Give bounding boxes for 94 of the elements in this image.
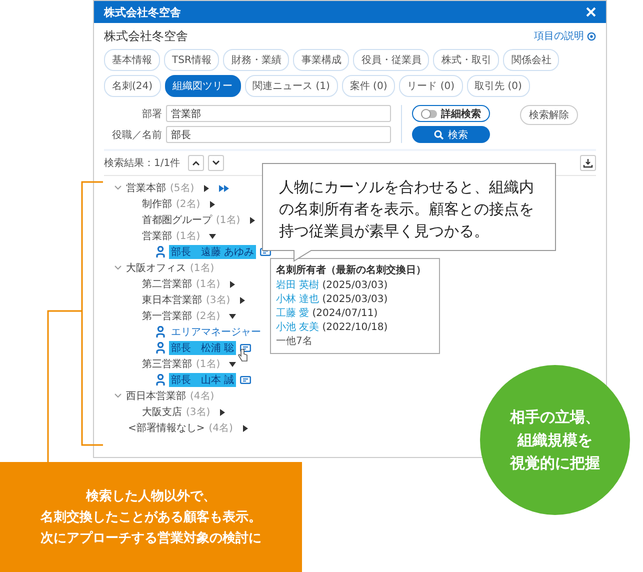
expand-triangle-icon[interactable] [229, 360, 236, 368]
member-count: (1名) [176, 230, 200, 243]
previous-button[interactable] [188, 155, 204, 171]
chevron-icon[interactable] [114, 264, 122, 272]
member-count: (3名) [186, 406, 210, 419]
tab[interactable]: 基本情報 [104, 49, 160, 71]
expand-triangle-icon[interactable] [209, 200, 216, 208]
member-count: (1名) [196, 358, 220, 371]
note-text: 次にアプローチする営業対象の検討に [40, 530, 262, 547]
expand-triangle-icon[interactable] [203, 184, 210, 192]
help-icon[interactable] [587, 32, 596, 40]
member-count: (1名) [196, 278, 220, 291]
search-button[interactable]: 検索 [412, 126, 490, 143]
group-name[interactable]: 西日本営業部 [126, 389, 186, 403]
expand-triangle-icon[interactable] [249, 216, 256, 224]
chevron-icon[interactable] [114, 392, 122, 400]
group-name[interactable]: 大阪オフィス [126, 261, 186, 275]
member-count: (1名) [190, 262, 214, 275]
tooltip-title: 名刺所有者（最新の名刺交換日） [276, 263, 427, 277]
exchange-date: (2025/03/03) [322, 293, 388, 307]
expand-triangle-icon[interactable] [229, 280, 236, 288]
member-count: (4名) [190, 390, 214, 403]
department-name[interactable]: 制作部 [142, 197, 172, 211]
expand-triangle-icon[interactable] [239, 296, 246, 304]
help-link[interactable]: 項目の説明 [534, 29, 584, 43]
exchange-date: (2025/03/03) [322, 279, 388, 293]
tab[interactable]: 組織図ツリー [164, 75, 241, 97]
member-count: (2名) [176, 198, 200, 211]
exchange-date: (2024/07/11) [312, 307, 378, 321]
tab[interactable]: TSR情報 [164, 49, 220, 71]
more-owners-text: 一他7名 [276, 335, 314, 349]
bubble-text: 人物にカーソルを合わせると、組織内の名刺所有者を表示。顧客との接点を持つ従業員が素早く見つかる。 [279, 177, 535, 242]
person-icon [156, 374, 165, 386]
business-card-icon[interactable] [240, 376, 252, 384]
member-count: (3名) [206, 294, 230, 307]
member-count: (1名) [216, 214, 240, 227]
person-icon [156, 246, 165, 258]
person-name[interactable]: 部長 山本 誠 [169, 373, 236, 387]
tab[interactable]: 株式・取引 [433, 49, 500, 71]
download-button[interactable] [580, 155, 596, 171]
chevron-down-icon [212, 160, 220, 166]
tab[interactable]: リード (0) [399, 75, 463, 97]
circle-text: 組織規模を [518, 430, 592, 450]
expand-triangle-icon[interactable] [209, 232, 216, 240]
person-icon [156, 342, 165, 354]
tab[interactable]: 関係会社 [503, 49, 560, 71]
group-name[interactable]: 営業本部 [126, 181, 166, 195]
expand-triangle-icon[interactable] [229, 312, 236, 320]
member-count: (4名) [208, 422, 233, 435]
department-name[interactable]: 第二営業部 [142, 277, 192, 291]
expand-triangle-icon[interactable] [219, 408, 226, 416]
field-label: 役職／名前 [111, 128, 162, 142]
member-count: (5名) [170, 182, 194, 195]
download-icon [583, 158, 593, 168]
note-text: 検索した人物以外で、 [86, 488, 216, 505]
input-field[interactable]: 部長 [166, 126, 391, 143]
department-name[interactable]: 第三営業部 [142, 357, 192, 371]
window-title: 株式会社冬空舎 [104, 4, 181, 20]
input-field[interactable]: 営業部 [166, 105, 391, 122]
field-label: 部署 [141, 108, 162, 120]
chevron-icon[interactable] [114, 184, 122, 192]
tab[interactable]: 事業構成 [293, 49, 350, 71]
company-name: 株式会社冬空舎 [104, 28, 189, 44]
search-icon [434, 130, 444, 140]
department-name[interactable]: <部署情報なし> [128, 421, 205, 435]
tab[interactable]: 名刺(24) [104, 75, 161, 97]
next-button[interactable] [208, 155, 224, 171]
business-card-icon[interactable] [240, 344, 252, 352]
department-name[interactable]: 大阪支店 [142, 405, 182, 419]
tab[interactable]: 財務・業績 [223, 49, 290, 71]
tab[interactable]: 役員・従業員 [353, 49, 430, 71]
result-count: 検索結果：1/1件 [104, 156, 180, 170]
expand-triangle-icon[interactable] [242, 424, 249, 432]
department-name[interactable]: 首都圏グループ [142, 213, 212, 227]
person-name[interactable]: 部長 松浦 聡 [169, 341, 236, 355]
double-arrow-icon[interactable] [219, 184, 230, 192]
department-name[interactable]: 営業部 [142, 229, 172, 243]
member-count: (2名) [196, 310, 220, 323]
circle-text: 相手の立場、 [510, 408, 600, 426]
department-name[interactable]: 東日本営業部 [142, 293, 202, 307]
person-name[interactable]: エリアマネージャー [169, 325, 263, 339]
chevron-up-icon [192, 160, 200, 166]
tab[interactable]: 取引先 (0) [466, 75, 530, 97]
tab[interactable]: 案件 (0) [342, 75, 396, 97]
close-icon[interactable] [586, 7, 596, 17]
person-name[interactable]: 部長 遠藤 あゆみ [169, 245, 256, 259]
note-text: 名刺交換したことがある顧客も表示。 [40, 508, 262, 526]
clear-search-button[interactable]: 検索解除 [520, 105, 578, 125]
department-name[interactable]: 第一営業部 [142, 309, 192, 323]
circle-text: 視覚的に把握 [510, 454, 600, 472]
advanced-search-toggle[interactable]: 詳細検索 [412, 105, 490, 122]
tab[interactable]: 関連ニュース (1) [244, 75, 338, 97]
exchange-date: (2022/10/18) [322, 321, 388, 335]
person-icon [156, 326, 165, 338]
